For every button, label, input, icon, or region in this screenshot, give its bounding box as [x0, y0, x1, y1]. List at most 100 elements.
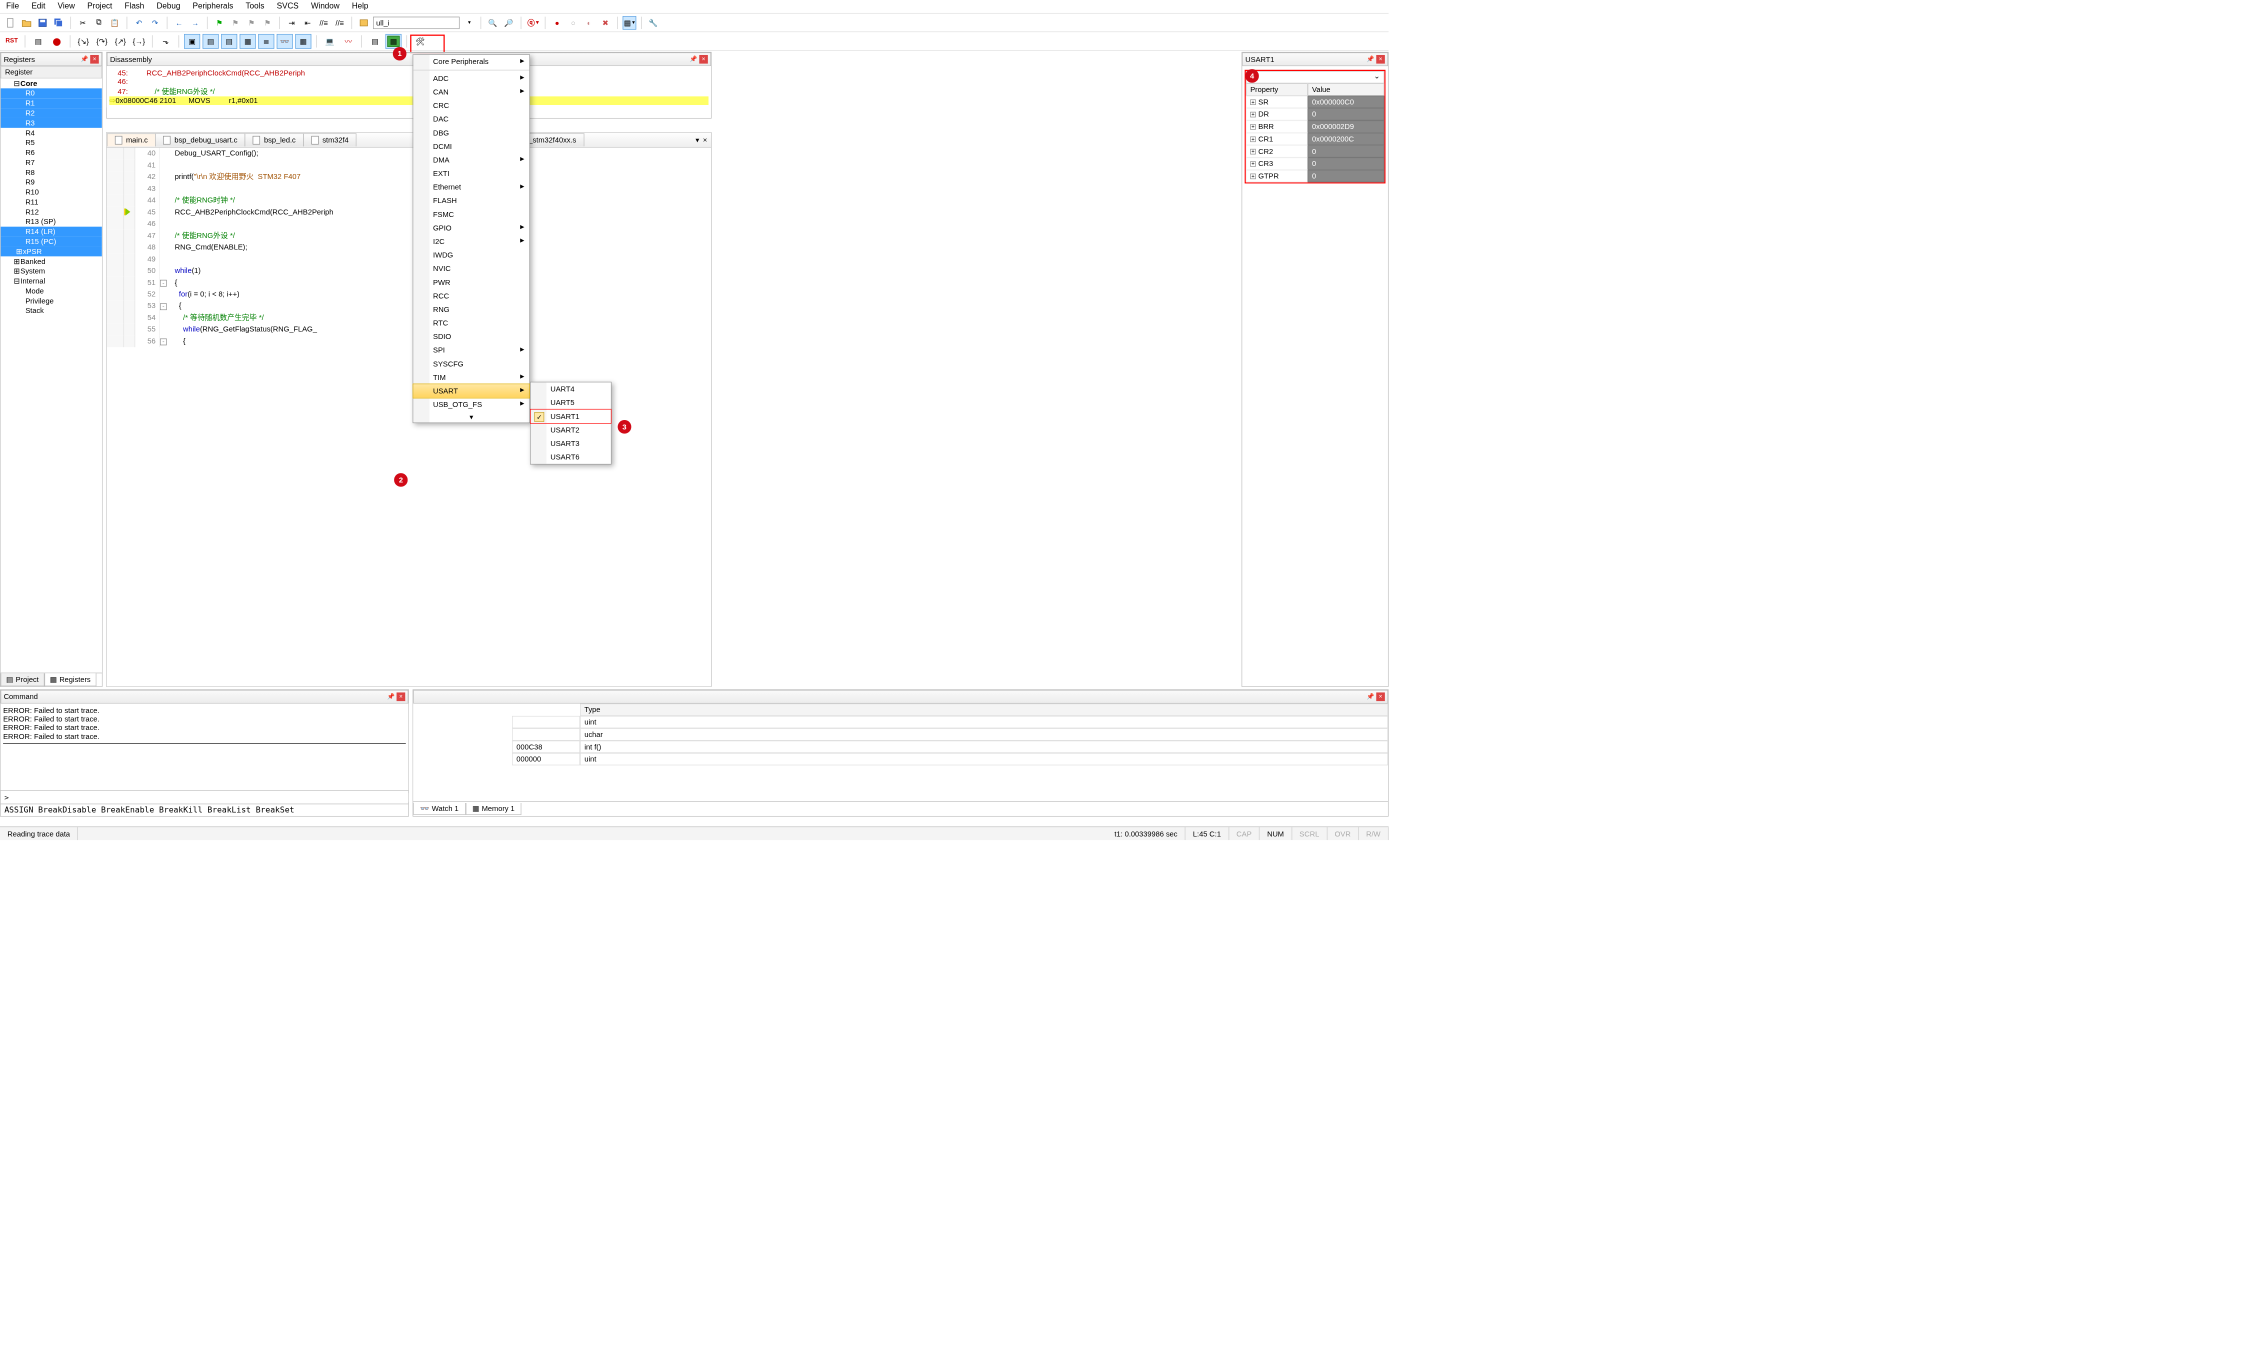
run-icon[interactable]: ▤: [30, 34, 46, 49]
reg-r10[interactable]: R10: [1, 187, 102, 197]
close-icon[interactable]: ×: [90, 55, 99, 64]
tab-list-icon[interactable]: ▾: [696, 136, 700, 145]
bookmark-toggle-icon[interactable]: ⚑: [212, 16, 226, 30]
reg-group-banked[interactable]: Banked: [20, 257, 45, 266]
menu-rtc[interactable]: RTC: [413, 316, 529, 330]
menu-gpio[interactable]: GPIO: [413, 221, 529, 235]
close-icon[interactable]: ×: [1376, 55, 1385, 64]
debug-start-icon[interactable]: ⓠ: [526, 16, 540, 30]
menu-window[interactable]: Window: [311, 1, 340, 12]
menu-flash[interactable]: Flash: [125, 1, 145, 12]
menu-core-peripherals[interactable]: Core Peripherals: [413, 55, 529, 69]
submenu-uart4[interactable]: UART4: [531, 382, 611, 396]
code-tab-usart[interactable]: bsp_debug_usart.c: [155, 133, 245, 146]
menu-usart[interactable]: USART: [413, 384, 530, 399]
reg-r9[interactable]: R9: [1, 177, 102, 187]
menu-adc[interactable]: ADC: [413, 72, 529, 86]
reset-icon[interactable]: RST: [4, 34, 20, 49]
reg-r5[interactable]: R5: [1, 138, 102, 148]
command-output[interactable]: ERROR: Failed to start trace. ERROR: Fai…: [1, 704, 409, 790]
menu-rcc[interactable]: RCC: [413, 289, 529, 303]
menu-edit[interactable]: Edit: [31, 1, 45, 12]
menu-sdio[interactable]: SDIO: [413, 330, 529, 344]
menu-syscfg[interactable]: SYSCFG: [413, 357, 529, 371]
code-tab-main[interactable]: main.c: [107, 133, 156, 146]
trace-window-icon[interactable]: ▤: [367, 34, 383, 49]
copy-icon[interactable]: ⧉: [92, 16, 106, 30]
submenu-usart2[interactable]: USART2: [531, 423, 611, 437]
reg-privilege[interactable]: Privilege: [1, 296, 102, 306]
breakpoint-kill-icon[interactable]: ✖: [599, 16, 613, 30]
reg-r2[interactable]: R2: [1, 108, 102, 118]
menu-i2c[interactable]: I2C: [413, 235, 529, 249]
menu-can[interactable]: CAN: [413, 85, 529, 99]
open-folder-icon[interactable]: [20, 16, 34, 30]
tab-project[interactable]: ▤ Project: [1, 673, 45, 686]
close-icon[interactable]: ×: [397, 692, 406, 701]
reg-r8[interactable]: R8: [1, 167, 102, 177]
breakpoint-enable-icon[interactable]: ○: [566, 16, 580, 30]
step-over-icon[interactable]: {↷}: [94, 34, 110, 49]
nav-fwd-icon[interactable]: →: [188, 16, 202, 30]
show-next-icon[interactable]: ⬎: [158, 34, 174, 49]
menu-debug[interactable]: Debug: [157, 1, 181, 12]
pin-icon[interactable]: 📌: [1366, 692, 1375, 701]
reg-r3[interactable]: R3: [1, 118, 102, 128]
breakpoint-disable-icon[interactable]: ◐: [582, 16, 596, 30]
menu-file[interactable]: File: [6, 1, 19, 12]
menu-view[interactable]: View: [58, 1, 75, 12]
bookmark-next-icon[interactable]: ⚑: [245, 16, 259, 30]
reg-r0[interactable]: R0: [1, 88, 102, 98]
command-input[interactable]: [12, 793, 408, 802]
find-in-files-icon[interactable]: 🔍: [486, 16, 500, 30]
menu-ethernet[interactable]: Ethernet: [413, 180, 529, 194]
command-window-icon[interactable]: ▣: [184, 34, 200, 49]
reg-r6[interactable]: R6: [1, 148, 102, 158]
submenu-usart6[interactable]: USART6: [531, 450, 611, 464]
disasm-window-icon[interactable]: ▤: [203, 34, 219, 49]
symbols-window-icon[interactable]: ▤: [221, 34, 237, 49]
menu-more-icon[interactable]: ▾: [413, 411, 529, 422]
find-dropdown[interactable]: [462, 16, 476, 30]
bookmark-clear-icon[interactable]: ⚑: [261, 16, 275, 30]
find-icon[interactable]: [357, 16, 371, 30]
menu-fsmc[interactable]: FSMC: [413, 208, 529, 222]
step-out-icon[interactable]: {↗}: [112, 34, 128, 49]
close-icon[interactable]: ×: [1376, 692, 1385, 701]
reg-r12[interactable]: R12: [1, 207, 102, 217]
breakpoint-insert-icon[interactable]: ●: [550, 16, 564, 30]
find-input[interactable]: ull_i: [373, 16, 459, 28]
prop-cr1[interactable]: +CR1: [1246, 133, 1308, 145]
submenu-uart5[interactable]: UART5: [531, 396, 611, 410]
menu-dbg[interactable]: DBG: [413, 126, 529, 140]
new-file-icon[interactable]: [4, 16, 18, 30]
pin-icon[interactable]: 📌: [1366, 55, 1375, 64]
analysis-window-icon[interactable]: 〰: [340, 34, 356, 49]
menu-rng[interactable]: RNG: [413, 303, 529, 317]
reg-r13[interactable]: R13 (SP): [1, 217, 102, 227]
reg-group-core[interactable]: Core: [20, 79, 37, 88]
menu-project[interactable]: Project: [87, 1, 112, 12]
menu-exti[interactable]: EXTI: [413, 167, 529, 181]
reg-stack[interactable]: Stack: [1, 306, 102, 316]
step-into-icon[interactable]: {↘}: [75, 34, 91, 49]
tab-memory1[interactable]: ▦ Memory 1: [465, 803, 521, 815]
menu-peripherals[interactable]: Peripherals: [193, 1, 234, 12]
menu-spi[interactable]: SPI: [413, 343, 529, 357]
reg-group-internal[interactable]: Internal: [20, 277, 45, 286]
window-layout-icon[interactable]: ▦: [623, 16, 637, 30]
menu-usb_otg_fs[interactable]: USB_OTG_FS: [413, 398, 529, 412]
menu-svcs[interactable]: SVCS: [277, 1, 299, 12]
watch-window-icon[interactable]: 👓: [277, 34, 293, 49]
reg-r15[interactable]: R15 (PC): [1, 237, 102, 247]
tab-close-icon[interactable]: ×: [703, 136, 707, 145]
prop-brr[interactable]: +BRR: [1246, 120, 1308, 132]
menu-flash[interactable]: FLASH: [413, 194, 529, 208]
serial-window-icon[interactable]: 💻: [322, 34, 338, 49]
bookmark-prev-icon[interactable]: ⚑: [229, 16, 243, 30]
prop-cr2[interactable]: +CR2: [1246, 145, 1308, 157]
code-tab-led[interactable]: bsp_led.c: [245, 133, 304, 146]
save-icon[interactable]: [36, 16, 50, 30]
indent-icon[interactable]: ⇥: [285, 16, 299, 30]
tab-registers[interactable]: ▦ Registers: [44, 673, 96, 686]
